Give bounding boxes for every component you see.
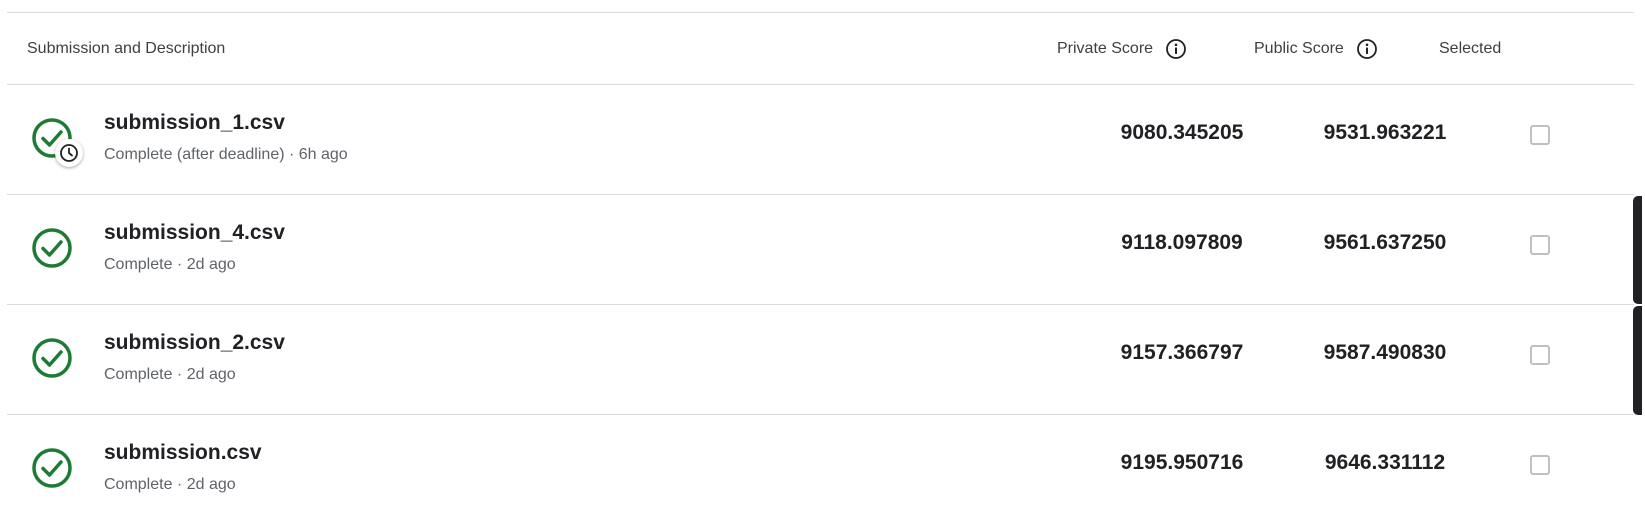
- submission-status: Complete · 2d ago: [104, 476, 236, 493]
- private-score-value: 9080.345205: [1120, 121, 1244, 144]
- private-score-value: 9118.097809: [1121, 231, 1243, 254]
- private-score-info-icon[interactable]: [1165, 38, 1187, 60]
- submission-status: Complete (after deadline) · 6h ago: [104, 146, 348, 163]
- public-score-value: 9531.963221: [1323, 121, 1447, 144]
- column-header-selected: Selected: [1439, 13, 1501, 84]
- private-score-value: 9195.950716: [1120, 451, 1244, 474]
- row-scroll-indicator: [1633, 196, 1642, 304]
- submission-row[interactable]: submission_2.csv Complete · 2d ago 9157.…: [7, 305, 1634, 415]
- column-header-submission: Submission and Description: [27, 13, 225, 84]
- column-header-private-label: Private Score: [1057, 39, 1154, 57]
- column-header-private-score: Private Score: [1057, 13, 1187, 84]
- public-score-value: 9587.490830: [1323, 341, 1447, 364]
- private-score-value: 9157.366797: [1120, 341, 1244, 364]
- selected-checkbox[interactable]: [1530, 125, 1550, 145]
- submission-file-name[interactable]: submission_1.csv: [104, 111, 285, 135]
- clock-icon: [55, 139, 83, 167]
- public-score-value: 9561.637250: [1323, 231, 1447, 254]
- table-header: Submission and Description Private Score…: [7, 13, 1634, 85]
- column-header-selected-label: Selected: [1439, 39, 1502, 57]
- submission-status: Complete · 2d ago: [104, 256, 236, 273]
- submission-file-name[interactable]: submission.csv: [104, 441, 262, 465]
- public-score-value: 9646.331112: [1324, 451, 1446, 474]
- check-circle-icon: [31, 337, 73, 379]
- submission-row[interactable]: submission_1.csv Complete (after deadlin…: [7, 85, 1634, 195]
- submission-row[interactable]: submission.csv Complete · 2d ago 9195.95…: [7, 415, 1634, 524]
- column-header-public-label: Public Score: [1254, 39, 1344, 57]
- submission-file-name[interactable]: submission_4.csv: [104, 221, 285, 245]
- submission-file-name[interactable]: submission_2.csv: [104, 331, 285, 355]
- check-circle-icon: [31, 447, 73, 489]
- column-header-submission-label: Submission and Description: [27, 39, 226, 57]
- submission-status: Complete · 2d ago: [104, 366, 236, 383]
- check-circle-icon: [31, 227, 73, 269]
- selected-checkbox[interactable]: [1530, 235, 1550, 255]
- submissions-list: submission_1.csv Complete (after deadlin…: [7, 85, 1634, 524]
- selected-checkbox[interactable]: [1530, 455, 1550, 475]
- submission-row[interactable]: submission_4.csv Complete · 2d ago 9118.…: [7, 195, 1634, 305]
- row-scroll-indicator: [1633, 306, 1642, 415]
- selected-checkbox[interactable]: [1530, 345, 1550, 365]
- public-score-info-icon[interactable]: [1356, 38, 1378, 60]
- column-header-public-score: Public Score: [1254, 13, 1378, 84]
